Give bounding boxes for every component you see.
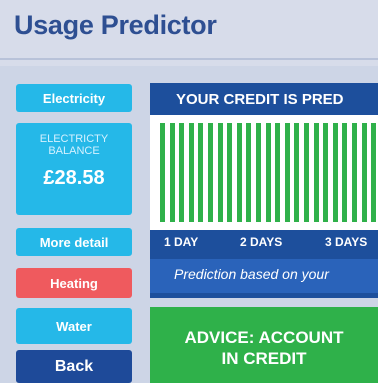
advice-line-1: ADVICE: ACCOUNT [184,328,344,347]
more-detail-button[interactable]: More detail [16,228,132,256]
prediction-bar [236,123,242,222]
balance-value: £28.58 [43,167,105,189]
prediction-bar [227,123,233,222]
day-label-2: 2 DAYS [240,235,283,249]
prediction-bar [275,123,281,222]
prediction-bar [246,123,252,222]
prediction-bar [198,123,204,222]
prediction-bar [188,123,194,222]
day-labels: 1 DAY 2 DAYS 3 DAYS [150,235,378,257]
prediction-bar [371,123,377,222]
prediction-bar [169,123,175,222]
prediction-bar [323,123,329,222]
water-button[interactable]: Water [16,308,132,344]
balance-label: ELECTRICTY BALANCE [39,133,109,157]
prediction-bar [160,123,165,222]
back-button[interactable]: Back [16,350,132,383]
advice-line-2: IN CREDIT [221,349,307,368]
prediction-bar [313,123,319,222]
day-label-1: 1 DAY [164,235,199,249]
prediction-bar [256,123,261,222]
prediction-bar-chart [150,115,378,230]
app-title: Usage Predictor [14,10,217,40]
header-divider [0,58,378,60]
prediction-bar [265,123,271,222]
prediction-bar [217,123,223,222]
prediction-bar [332,123,338,222]
prediction-note: Prediction based on your [150,259,378,293]
electricity-button[interactable]: Electricity [16,84,132,112]
prediction-bar [361,123,367,222]
prediction-bar [208,123,213,222]
electricity-balance-card: ELECTRICTY BALANCE £28.58 [16,123,132,215]
prediction-bar [294,123,300,222]
heating-button[interactable]: Heating [16,268,132,298]
prediction-bar [342,123,348,222]
prediction-bar [352,123,357,222]
prediction-bar [304,123,309,222]
prediction-header: YOUR CREDIT IS PRED [176,91,344,108]
prediction-panel: YOUR CREDIT IS PRED 1 DAY 2 DAYS 3 DAYS … [150,83,378,298]
prediction-bar [179,123,185,222]
day-label-3: 3 DAYS [325,235,368,249]
advice-panel: ADVICE: ACCOUNT IN CREDIT [150,307,378,383]
prediction-bar [284,123,290,222]
